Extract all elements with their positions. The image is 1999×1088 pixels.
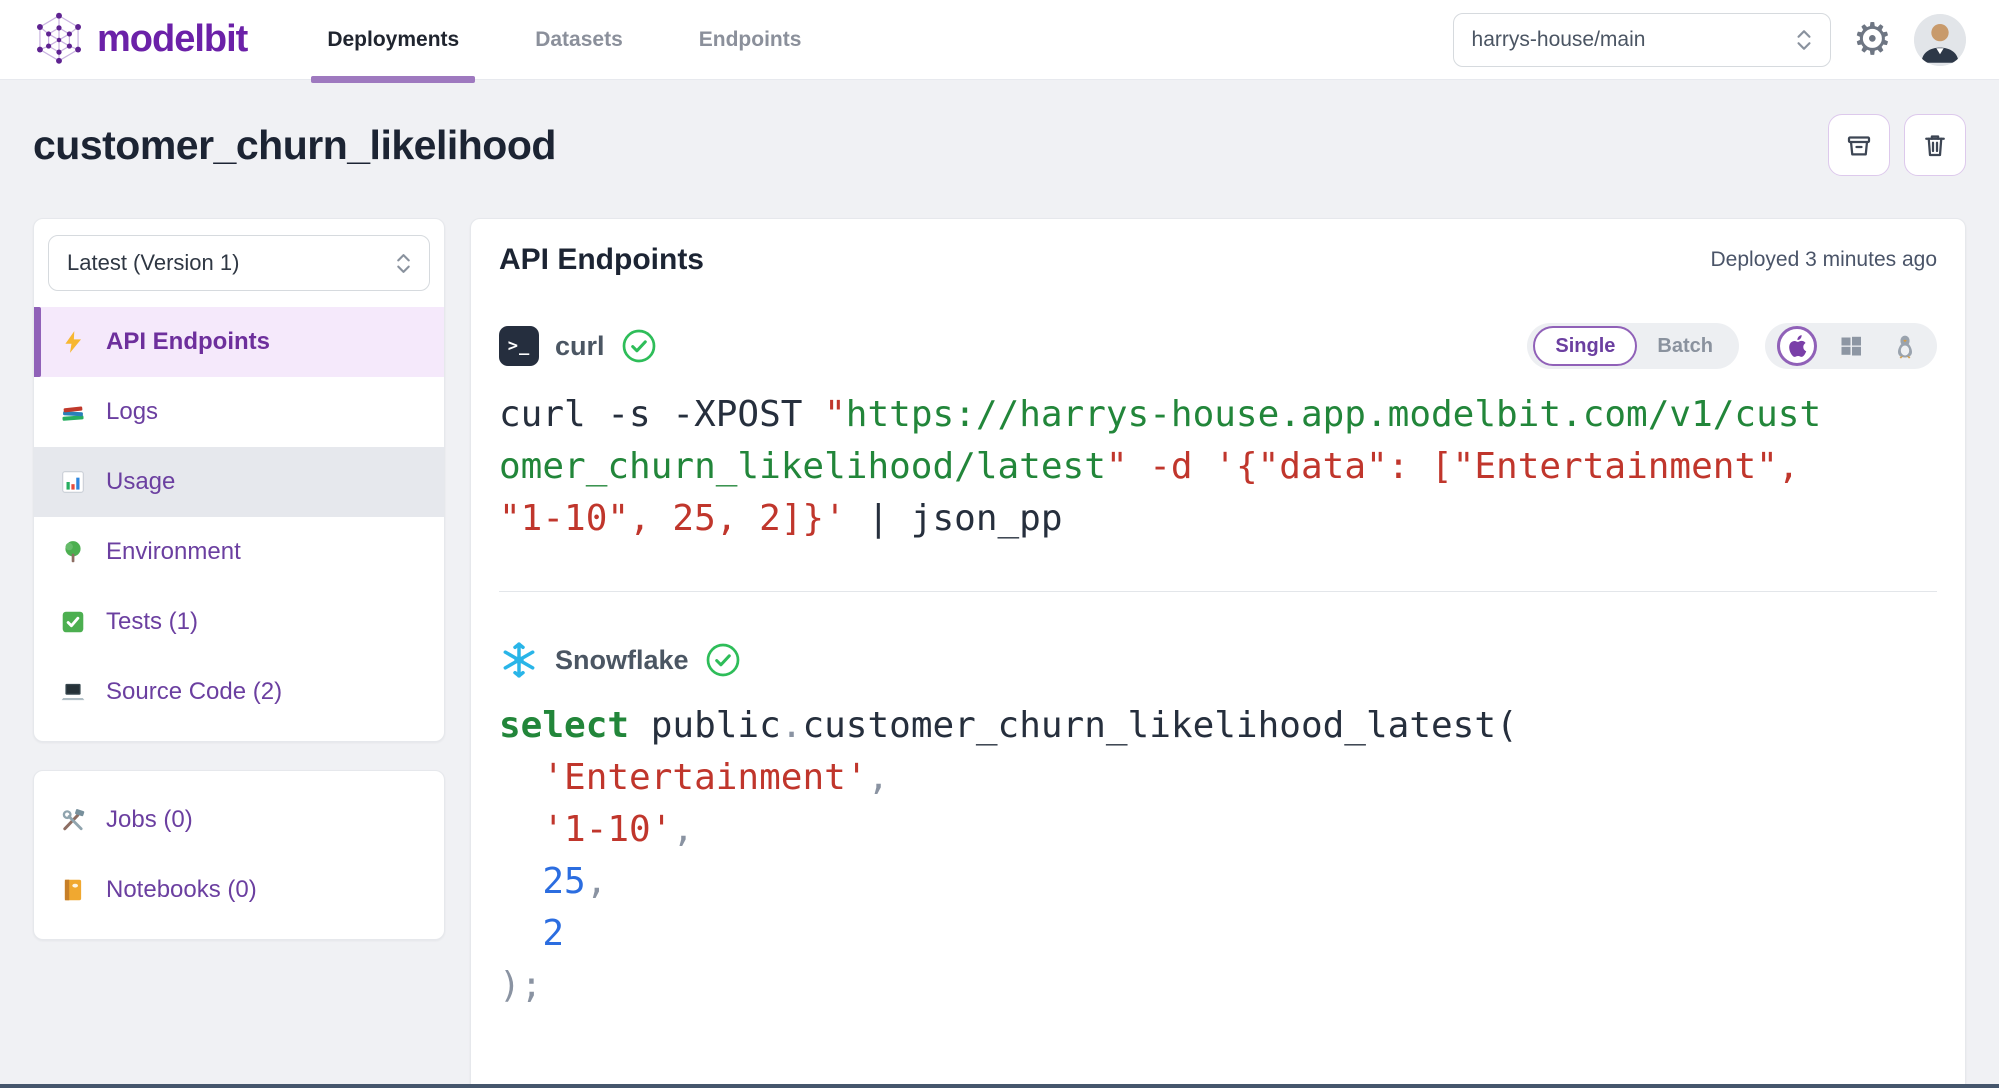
code-line: select public.customer_churn_likelihood_… — [499, 700, 1937, 752]
linux-tux-icon — [1893, 333, 1917, 359]
single-batch-toggle: SingleBatch — [1527, 323, 1739, 369]
curl-label: curl — [555, 331, 605, 362]
sidebar-item-environment[interactable]: Environment — [34, 517, 444, 587]
curl-section-header: >_ curl SingleBatch — [499, 323, 1937, 369]
app-window: modelbit Deployments Datasets Endpoints … — [0, 0, 1999, 1088]
sidebar-item-label: Usage — [106, 468, 175, 496]
sidebar-menu: API Endpoints Logs Usage Environment Tests (… — [34, 307, 444, 727]
snowflake-label: Snowflake — [555, 645, 689, 676]
deployed-status: Deployed 3 minutes ago — [1711, 248, 1937, 272]
top-navigation-bar: modelbit Deployments Datasets Endpoints … — [0, 0, 1999, 80]
version-selector[interactable]: Latest (Version 1) — [48, 235, 430, 291]
delete-button[interactable] — [1904, 114, 1966, 176]
sidebar-item-logs[interactable]: Logs — [34, 377, 444, 447]
archive-box-icon — [1844, 130, 1874, 160]
code-line: 2 — [499, 908, 1937, 960]
success-check-icon — [621, 328, 657, 364]
notebook-icon — [58, 875, 88, 905]
nav-tab-endpoints[interactable]: Endpoints — [689, 0, 812, 80]
os-option-apple[interactable] — [1777, 326, 1817, 366]
modelbit-logo-icon — [33, 12, 85, 68]
workspace-selector[interactable]: harrys-house/main — [1453, 13, 1831, 67]
active-tab-underline — [311, 76, 475, 83]
sidebar-item-usage[interactable]: Usage — [34, 447, 444, 517]
panel-header: API Endpoints Deployed 3 minutes ago — [499, 243, 1937, 277]
code-line: 25, — [499, 856, 1937, 908]
snowflake-code-block[interactable]: select public.customer_churn_likelihood_… — [499, 700, 1937, 1012]
sidebar-item-label: Logs — [106, 398, 158, 426]
section-divider — [499, 591, 1937, 592]
code-line: omer_churn_likelihood/latest" -d '{"data… — [499, 441, 1937, 493]
sidebar-item-label: Tests (1) — [106, 608, 198, 636]
sidebar-item-label: Environment — [106, 538, 241, 566]
sidebar-item-jobs-0[interactable]: Jobs (0) — [34, 785, 444, 855]
sidebar-secondary-menu: Jobs (0) Notebooks (0) — [34, 785, 444, 925]
sidebar-item-label: Source Code (2) — [106, 678, 282, 706]
window-bottom-edge — [0, 1084, 1999, 1088]
chevron-up-down-icon — [396, 252, 411, 275]
sidebar-item-label: Jobs (0) — [106, 806, 193, 834]
curl-code-block[interactable]: curl -s -XPOST "https://harrys-house.app… — [499, 389, 1937, 545]
mode-option-batch[interactable]: Batch — [1637, 326, 1733, 366]
sidebar-item-notebooks-0[interactable]: Notebooks (0) — [34, 855, 444, 925]
os-option-windows[interactable] — [1831, 326, 1871, 366]
code-line: "1-10", 25, 2]}' | json_pp — [499, 493, 1937, 545]
sidebar-item-api-endpoints[interactable]: API Endpoints — [34, 307, 444, 377]
tree-icon — [58, 537, 88, 567]
deployment-actions — [1828, 114, 1966, 176]
success-check-icon — [705, 642, 741, 678]
api-endpoints-panel: API Endpoints Deployed 3 minutes ago >_ … — [470, 218, 1966, 1088]
deployment-sidebar: Latest (Version 1) API Endpoints Logs Usag… — [33, 218, 445, 940]
code-line: ); — [499, 960, 1937, 1012]
books-icon — [58, 397, 88, 427]
terminal-icon: >_ — [499, 326, 539, 366]
panel-title: API Endpoints — [499, 243, 704, 277]
content-area: Latest (Version 1) API Endpoints Logs Usag… — [0, 218, 1999, 1088]
sidebar-item-tests-1[interactable]: Tests (1) — [34, 587, 444, 657]
brand-wordmark: modelbit — [97, 18, 247, 61]
bar-chart-icon — [58, 467, 88, 497]
nav-tab-datasets[interactable]: Datasets — [525, 0, 633, 80]
curl-controls: SingleBatch — [1527, 323, 1937, 369]
lightning-icon — [58, 327, 88, 357]
trash-icon — [1920, 130, 1950, 160]
mode-option-single[interactable]: Single — [1533, 326, 1637, 366]
primary-nav: Deployments Datasets Endpoints — [289, 0, 839, 80]
os-selector — [1765, 323, 1937, 369]
sidebar-item-label: Notebooks (0) — [106, 876, 257, 904]
sidebar-item-label: API Endpoints — [106, 328, 270, 356]
code-line: '1-10', — [499, 804, 1937, 856]
code-line: 'Entertainment', — [499, 752, 1937, 804]
snowflake-icon — [499, 640, 539, 680]
tools-icon — [58, 805, 88, 835]
archive-button[interactable] — [1828, 114, 1890, 176]
page-header: customer_churn_likelihood — [33, 114, 1966, 176]
laptop-icon — [58, 677, 88, 707]
settings-gear-icon[interactable]: ⚙ — [1853, 18, 1892, 62]
check-box-icon — [58, 607, 88, 637]
snowflake-section-header: Snowflake — [499, 640, 1937, 680]
nav-tab-deployments[interactable]: Deployments — [317, 0, 469, 80]
avatar-photo — [1914, 14, 1966, 66]
sidebar-primary-card: Latest (Version 1) API Endpoints Logs Usag… — [33, 218, 445, 742]
windows-icon — [1839, 334, 1863, 358]
apple-icon — [1786, 333, 1808, 359]
page-title: customer_churn_likelihood — [33, 122, 556, 169]
os-option-linux[interactable] — [1885, 326, 1925, 366]
sidebar-secondary-card: Jobs (0) Notebooks (0) — [33, 770, 445, 940]
sidebar-item-source-code-2[interactable]: Source Code (2) — [34, 657, 444, 727]
code-line: curl -s -XPOST "https://harrys-house.app… — [499, 389, 1937, 441]
chevron-up-down-icon — [1796, 28, 1812, 52]
modelbit-logo[interactable]: modelbit — [33, 12, 247, 68]
topbar-right-cluster: harrys-house/main ⚙ — [1453, 13, 1966, 67]
user-avatar[interactable] — [1914, 14, 1966, 66]
